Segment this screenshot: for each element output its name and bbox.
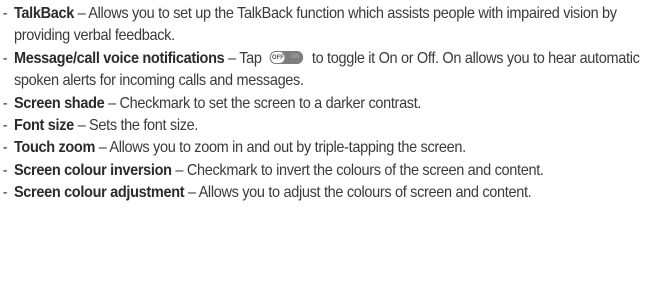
item-description: – Sets the font size. bbox=[73, 117, 199, 135]
list-item-font-size: - Font size – Sets the font size. bbox=[3, 115, 654, 137]
on-off-toggle-icon: OFF ON bbox=[270, 50, 304, 64]
bullet-dash: - bbox=[2, 117, 8, 135]
item-term: Screen colour inversion bbox=[13, 161, 172, 179]
item-description: – Checkmark to invert the colours of the… bbox=[171, 161, 544, 179]
bullet-dash: - bbox=[2, 161, 8, 179]
item-description-before: – Tap bbox=[224, 49, 266, 67]
item-term: Screen shade bbox=[13, 94, 105, 112]
list-item-message-call-voice-notifications: - Message/call voice notifications – Tap… bbox=[3, 48, 654, 93]
item-term: Touch zoom bbox=[13, 139, 96, 157]
bullet-dash: - bbox=[2, 94, 8, 112]
toggle-off-knob: OFF bbox=[270, 50, 286, 64]
item-description: – Checkmark to set the screen to a darke… bbox=[104, 94, 422, 112]
list-item-screen-shade: - Screen shade – Checkmark to set the sc… bbox=[3, 93, 654, 115]
item-term: Message/call voice notifications bbox=[13, 49, 225, 67]
item-term: TalkBack bbox=[13, 5, 74, 22]
item-term: Screen colour adjustment bbox=[13, 184, 185, 202]
bullet-dash: - bbox=[2, 5, 8, 22]
list-item-screen-colour-adjustment: - Screen colour adjustment – Allows you … bbox=[3, 182, 654, 204]
list-item-talkback: - TalkBack – Allows you to set up the Ta… bbox=[3, 3, 654, 48]
list-item-screen-colour-inversion: - Screen colour inversion – Checkmark to… bbox=[3, 160, 654, 182]
bullet-dash: - bbox=[2, 139, 8, 157]
item-description: – Allows you to adjust the colours of sc… bbox=[184, 184, 532, 202]
accessibility-settings-list: - TalkBack – Allows you to set up the Ta… bbox=[0, 0, 659, 205]
item-description: – Allows you to zoom in and out by tripl… bbox=[95, 139, 466, 157]
toggle-on-label: ON bbox=[290, 53, 300, 60]
item-description: – Allows you to set up the TalkBack func… bbox=[13, 5, 617, 45]
bullet-dash: - bbox=[2, 184, 8, 202]
list-item-touch-zoom: - Touch zoom – Allows you to zoom in and… bbox=[3, 137, 654, 159]
item-term: Font size bbox=[13, 117, 74, 135]
bullet-dash: - bbox=[2, 49, 8, 67]
